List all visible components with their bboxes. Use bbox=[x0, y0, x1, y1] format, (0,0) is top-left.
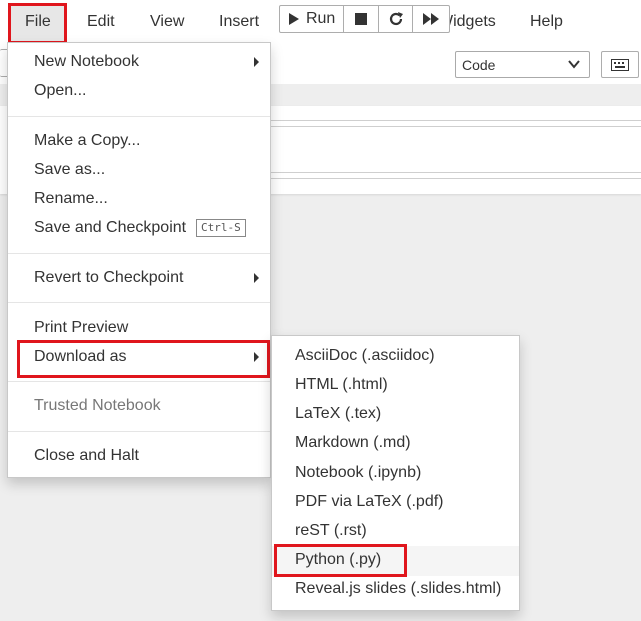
menu-help[interactable]: Help bbox=[530, 0, 563, 44]
file-dropdown-menu: New Notebook Open... Make a Copy... Save… bbox=[7, 42, 271, 478]
download-html[interactable]: HTML (.html) bbox=[295, 376, 388, 394]
interrupt-button[interactable] bbox=[344, 6, 379, 32]
menu-item-make-copy[interactable]: Make a Copy... bbox=[34, 132, 140, 150]
submenu-arrow-icon bbox=[254, 352, 259, 362]
download-submenu: AsciiDoc (.asciidoc) HTML (.html) LaTeX … bbox=[271, 335, 520, 611]
menu-insert[interactable]: Insert bbox=[219, 0, 259, 44]
shortcut-badge: Ctrl-S bbox=[196, 219, 246, 237]
download-rest[interactable]: reST (.rst) bbox=[295, 522, 367, 540]
menu-item-close-halt[interactable]: Close and Halt bbox=[34, 447, 139, 465]
play-icon bbox=[288, 13, 299, 25]
command-palette-button[interactable] bbox=[601, 51, 639, 78]
stop-icon bbox=[355, 13, 368, 25]
restart-button[interactable] bbox=[379, 6, 414, 32]
menu-file[interactable]: File bbox=[25, 0, 51, 44]
menu-item-download-as[interactable]: Download as bbox=[34, 348, 127, 366]
keyboard-icon bbox=[611, 58, 629, 71]
menu-divider bbox=[8, 302, 270, 303]
download-latex[interactable]: LaTeX (.tex) bbox=[295, 405, 381, 423]
run-button-label: Run bbox=[305, 10, 336, 27]
run-all-button[interactable] bbox=[413, 6, 449, 32]
cell-type-select[interactable]: Code bbox=[455, 51, 590, 78]
run-button[interactable]: Run bbox=[280, 6, 345, 32]
menu-divider bbox=[8, 381, 270, 382]
run-controls-group: Run bbox=[279, 5, 450, 33]
menu-view[interactable]: View bbox=[150, 0, 184, 44]
cell-border bbox=[270, 178, 641, 179]
submenu-arrow-icon bbox=[254, 57, 259, 67]
menu-divider bbox=[8, 253, 270, 254]
cell-border bbox=[270, 120, 641, 121]
menu-item-save-as[interactable]: Save as... bbox=[34, 161, 105, 179]
download-notebook[interactable]: Notebook (.ipynb) bbox=[295, 464, 421, 482]
menu-divider bbox=[8, 116, 270, 117]
download-markdown[interactable]: Markdown (.md) bbox=[295, 434, 411, 452]
download-reveal-slides[interactable]: Reveal.js slides (.slides.html) bbox=[295, 580, 501, 598]
menu-item-rename[interactable]: Rename... bbox=[34, 190, 108, 208]
menu-divider bbox=[8, 431, 270, 432]
cell-border bbox=[270, 126, 641, 127]
menu-item-trusted-notebook: Trusted Notebook bbox=[34, 397, 161, 414]
refresh-icon bbox=[389, 12, 403, 26]
menu-item-print-preview[interactable]: Print Preview bbox=[34, 319, 128, 337]
cell-border bbox=[270, 172, 641, 173]
menu-edit[interactable]: Edit bbox=[87, 0, 115, 44]
download-asciidoc[interactable]: AsciiDoc (.asciidoc) bbox=[295, 347, 435, 365]
fast-forward-icon bbox=[423, 13, 440, 25]
download-python[interactable]: Python (.py) bbox=[295, 551, 381, 569]
submenu-arrow-icon bbox=[254, 273, 259, 283]
chevron-down-icon bbox=[568, 60, 580, 69]
menu-item-revert-checkpoint[interactable]: Revert to Checkpoint bbox=[34, 269, 183, 287]
menu-item-save-checkpoint[interactable]: Save and Checkpoint bbox=[34, 219, 186, 237]
menu-item-open[interactable]: Open... bbox=[34, 82, 86, 100]
download-pdf[interactable]: PDF via LaTeX (.pdf) bbox=[295, 493, 444, 511]
cell-type-value: Code bbox=[462, 57, 496, 73]
menu-item-new-notebook[interactable]: New Notebook bbox=[34, 53, 139, 71]
